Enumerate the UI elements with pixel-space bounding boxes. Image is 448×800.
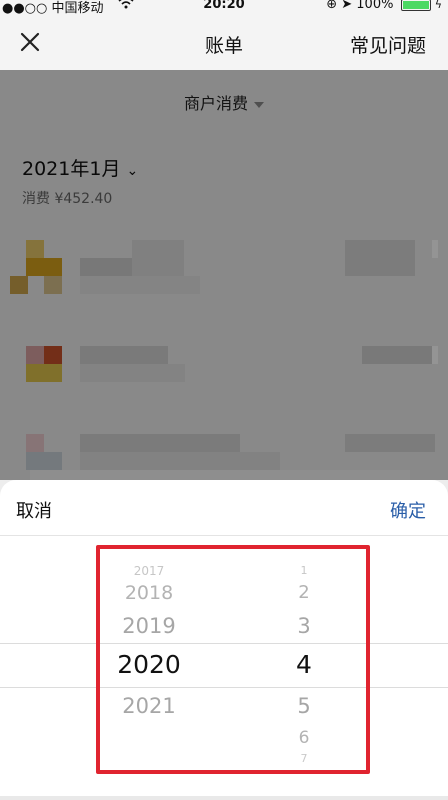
faq-link[interactable]: 常见问题	[350, 31, 426, 58]
annotation-highlight-box	[96, 545, 370, 774]
battery-percent: 100%	[356, 0, 394, 12]
status-bar: ●●○○ 中国移动 20:20 ⊕ ➤ 100% ϟ	[0, 0, 448, 16]
confirm-button[interactable]: 确定	[390, 497, 426, 523]
status-right: ⊕ ➤ 100% ϟ	[326, 0, 442, 12]
location-icon: ➤	[341, 0, 353, 12]
nav-bar: 账单 常见问题	[0, 14, 448, 70]
modal-overlay[interactable]	[0, 70, 448, 480]
picker-header: 取消 确定	[0, 480, 448, 536]
charging-icon: ϟ	[434, 0, 442, 11]
bottom-edge	[0, 796, 448, 800]
orientation-lock-icon: ⊕	[326, 0, 338, 12]
cancel-button[interactable]: 取消	[16, 497, 52, 523]
battery-icon	[400, 0, 431, 11]
